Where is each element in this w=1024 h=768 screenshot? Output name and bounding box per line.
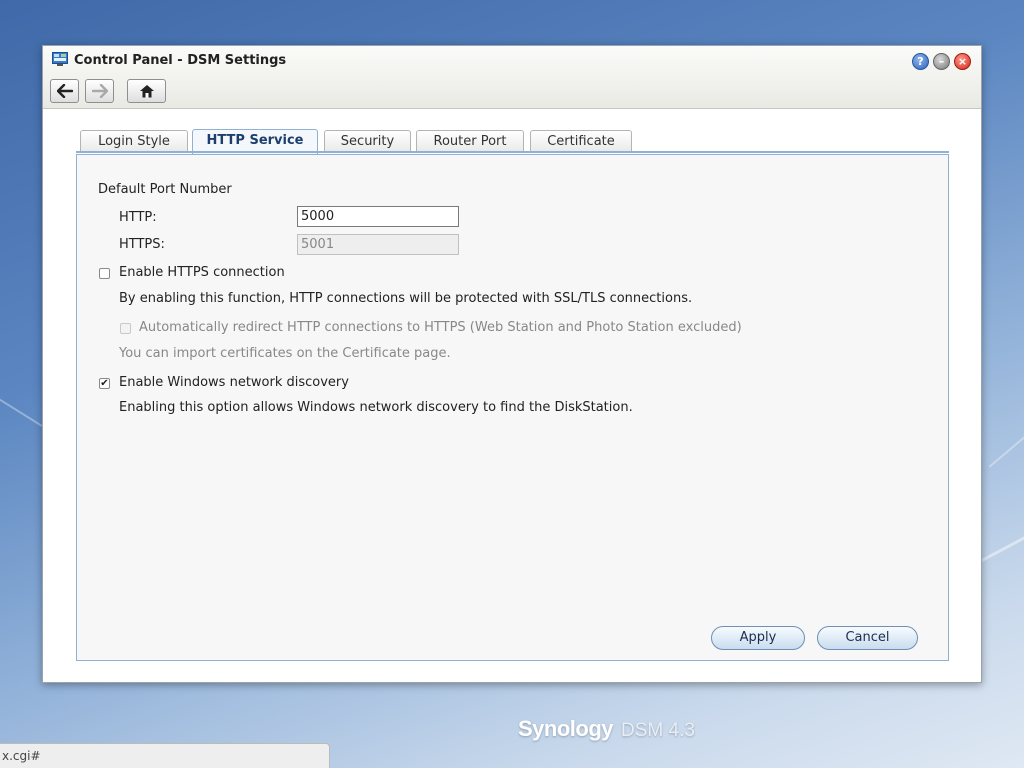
apply-button[interactable]: Apply (711, 626, 805, 650)
http-port-input[interactable] (297, 206, 459, 227)
browser-status-bar: x.cgi# (0, 743, 330, 768)
tab-login-style[interactable]: Login Style (80, 130, 188, 153)
windows-discovery-checkbox[interactable]: ✔ (99, 378, 110, 389)
window-title: Control Panel - DSM Settings (74, 53, 287, 68)
control-panel-icon (52, 52, 68, 66)
redirect-https-checkbox (120, 323, 131, 334)
tab-security[interactable]: Security (324, 130, 411, 153)
window-controls: ? – × (912, 53, 971, 70)
back-arrow-icon (56, 84, 73, 98)
wallpaper-streak (988, 414, 1024, 468)
close-icon[interactable]: × (954, 53, 971, 70)
home-icon (139, 85, 154, 98)
redirect-https-label: Automatically redirect HTTP connections … (139, 320, 742, 335)
tab-router-port[interactable]: Router Port (416, 130, 524, 153)
tab-certificate[interactable]: Certificate (530, 130, 632, 153)
enable-https-description: By enabling this function, HTTP connecti… (119, 291, 693, 306)
dsm-version: DSM 4.3 (621, 720, 695, 741)
enable-https-label[interactable]: Enable HTTPS connection (119, 265, 285, 280)
https-port-label: HTTPS: (119, 237, 165, 252)
windows-discovery-label[interactable]: Enable Windows network discovery (119, 375, 349, 390)
home-button[interactable] (127, 79, 166, 103)
section-title: Default Port Number (98, 182, 232, 197)
http-port-label: HTTP: (119, 210, 157, 225)
windows-discovery-description: Enabling this option allows Windows netw… (119, 400, 633, 415)
tab-panel-divider (76, 151, 949, 153)
help-icon[interactable]: ? (912, 53, 929, 70)
certificate-note: You can import certificates on the Certi… (119, 346, 451, 361)
forward-button[interactable] (85, 79, 114, 103)
synology-logo: Synology (518, 716, 614, 741)
enable-https-checkbox[interactable] (99, 268, 110, 279)
minimize-icon[interactable]: – (933, 53, 950, 70)
https-port-input (297, 234, 459, 255)
title-bar[interactable]: Control Panel - DSM Settings ? – × (43, 46, 981, 109)
control-panel-window: Control Panel - DSM Settings ? – × Login… (42, 45, 982, 683)
forward-arrow-icon (91, 84, 108, 98)
cancel-button[interactable]: Cancel (817, 626, 918, 650)
back-button[interactable] (50, 79, 79, 103)
